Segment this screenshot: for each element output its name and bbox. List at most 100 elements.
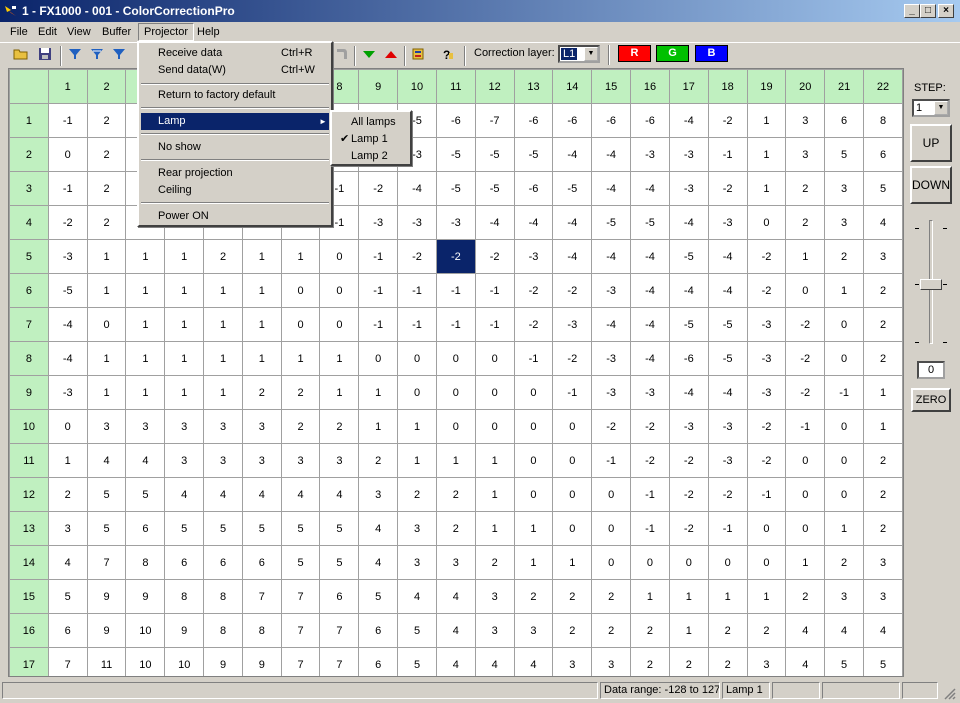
grid-cell[interactable]: 2 (630, 613, 670, 648)
grid-cell[interactable]: 8 (164, 579, 205, 614)
grid-cell[interactable]: 3 (785, 137, 826, 172)
grid-cell[interactable]: 5 (280, 511, 321, 546)
grid-cell[interactable]: -1 (47, 103, 88, 138)
grid-cell[interactable]: 3 (358, 477, 399, 512)
grid-cell[interactable]: -3 (668, 171, 709, 206)
grid-cell[interactable]: 1 (86, 239, 127, 274)
grid-cell[interactable]: 3 (397, 545, 437, 580)
grid-cell[interactable]: -6 (552, 103, 593, 138)
row-header[interactable]: 7 (9, 307, 49, 342)
column-header[interactable]: 13 (513, 69, 554, 104)
grid-cell[interactable]: -2 (435, 239, 476, 274)
grid-cell[interactable]: 9 (86, 579, 127, 614)
menu-projector[interactable]: Projector (138, 23, 195, 41)
menu-receive-data[interactable]: Receive data Ctrl+R (141, 45, 329, 62)
grid-cell[interactable]: 2 (746, 613, 787, 648)
grid-cell[interactable]: -3 (591, 375, 632, 410)
grid-cell[interactable]: 1 (785, 545, 826, 580)
grid-cell[interactable]: -2 (785, 341, 826, 376)
grid-cell[interactable]: 4 (863, 613, 903, 648)
grid-cell[interactable]: 1 (86, 341, 127, 376)
grid-cell[interactable]: 1 (125, 341, 166, 376)
row-header[interactable]: 11 (9, 443, 49, 478)
grid-cell[interactable]: 2 (591, 613, 632, 648)
maximize-button[interactable]: □ (920, 4, 936, 18)
grid-cell[interactable]: 3 (863, 545, 903, 580)
grid-cell[interactable]: -3 (513, 239, 554, 274)
grid-cell[interactable]: -3 (630, 375, 670, 410)
grid-cell[interactable]: -2 (785, 307, 826, 342)
grid-cell[interactable]: 1 (241, 307, 282, 342)
grid-cell[interactable]: -5 (513, 137, 554, 172)
grid-cell[interactable]: 10 (125, 647, 166, 676)
grid-cell[interactable]: 5 (241, 511, 282, 546)
grid-cell[interactable]: -6 (630, 103, 670, 138)
row-header[interactable]: 16 (9, 613, 49, 648)
grid-cell[interactable]: 1 (125, 239, 166, 274)
grid-cell[interactable]: 6 (164, 545, 205, 580)
grid-cell[interactable]: 0 (824, 477, 865, 512)
arrow-up-icon[interactable] (382, 47, 400, 65)
grid-cell[interactable]: 9 (164, 613, 205, 648)
row-header[interactable]: 5 (9, 239, 49, 274)
menu-lamp-1[interactable]: ✔ Lamp 1 (334, 131, 408, 148)
grid-cell[interactable]: 1 (474, 443, 515, 478)
grid-cell[interactable]: 0 (552, 477, 593, 512)
grid-cell[interactable]: 3 (280, 443, 321, 478)
grid-cell[interactable]: 2 (668, 647, 709, 676)
grid-cell[interactable]: 3 (241, 409, 282, 444)
grid-cell[interactable]: 10 (125, 613, 166, 648)
grid-cell[interactable]: -3 (435, 205, 476, 240)
grid-cell[interactable]: -3 (668, 137, 709, 172)
grid-cell[interactable]: -3 (47, 239, 88, 274)
grid-cell[interactable]: -3 (707, 205, 748, 240)
grid-cell[interactable]: -4 (552, 137, 593, 172)
grid-cell[interactable]: -2 (668, 443, 709, 478)
grid-cell[interactable]: 2 (591, 579, 632, 614)
grid-cell[interactable]: 5 (397, 613, 437, 648)
grid-cell[interactable]: 0 (552, 409, 593, 444)
grid-cell[interactable]: 1 (125, 375, 166, 410)
resize-grip-icon[interactable] (942, 686, 956, 703)
grid-cell[interactable]: 6 (358, 647, 399, 676)
grid-cell[interactable]: -5 (668, 239, 709, 274)
grid-cell[interactable]: -1 (397, 273, 437, 308)
menu-edit[interactable]: Edit (33, 24, 62, 40)
grid-cell[interactable]: -2 (746, 443, 787, 478)
grid-cell[interactable]: 0 (513, 375, 554, 410)
grid-cell[interactable]: 8 (863, 103, 903, 138)
grid-cell[interactable]: 3 (125, 409, 166, 444)
grid-cell[interactable]: 0 (435, 375, 476, 410)
grid-cell[interactable]: 6 (319, 579, 360, 614)
grid-cell[interactable]: 1 (474, 477, 515, 512)
grid-cell[interactable]: -3 (707, 443, 748, 478)
grid-cell[interactable]: 5 (164, 511, 205, 546)
grid-cell[interactable]: 6 (203, 545, 243, 580)
grid-cell[interactable]: 1 (397, 443, 437, 478)
grid-cell[interactable]: 0 (358, 341, 399, 376)
grid-cell[interactable]: 7 (241, 579, 282, 614)
funnel-icon[interactable] (66, 47, 84, 65)
grid-cell[interactable]: 1 (746, 579, 787, 614)
grid-cell[interactable]: -4 (668, 103, 709, 138)
grid-cell[interactable]: 0 (513, 477, 554, 512)
grid-cell[interactable]: 3 (824, 205, 865, 240)
grid-cell[interactable]: -4 (552, 205, 593, 240)
save-icon[interactable] (36, 47, 54, 65)
grid-cell[interactable]: 0 (397, 375, 437, 410)
grid-cell[interactable]: 7 (280, 579, 321, 614)
row-header[interactable]: 15 (9, 579, 49, 614)
grid-cell[interactable]: 6 (47, 613, 88, 648)
grid-cell[interactable]: -4 (552, 239, 593, 274)
grid-cell[interactable]: 3 (785, 103, 826, 138)
grid-cell[interactable]: 0 (824, 409, 865, 444)
grid-cell[interactable]: -2 (513, 273, 554, 308)
grid-cell[interactable]: 2 (203, 239, 243, 274)
grid-cell[interactable]: 1 (863, 375, 903, 410)
grid-cell[interactable]: -3 (552, 307, 593, 342)
grid-cell[interactable]: 3 (319, 443, 360, 478)
grid-cell[interactable]: -4 (707, 239, 748, 274)
grid-cell[interactable]: 9 (241, 647, 282, 676)
grid-cell[interactable]: 4 (513, 647, 554, 676)
column-header[interactable]: 9 (358, 69, 399, 104)
